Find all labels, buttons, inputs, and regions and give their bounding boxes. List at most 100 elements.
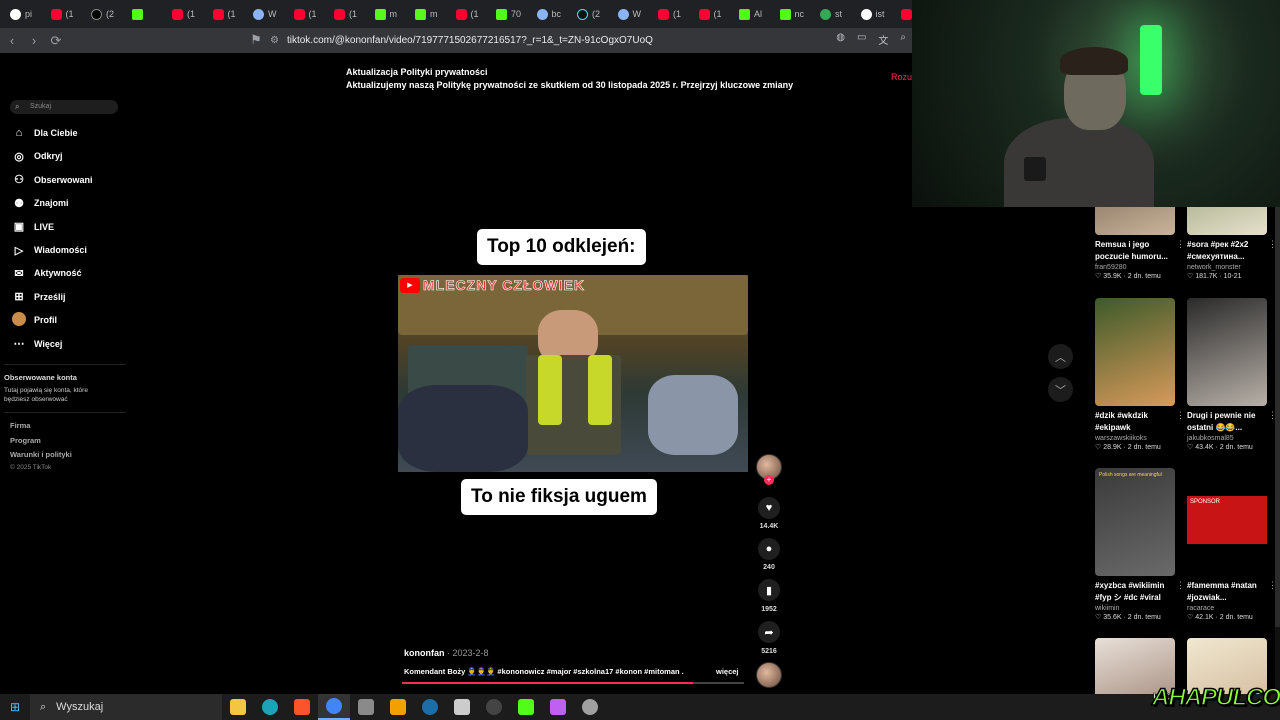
browser-tab[interactable]: W: [243, 0, 284, 28]
heart-icon[interactable]: ♥: [758, 497, 780, 519]
browser-tab[interactable]: (1: [446, 0, 487, 28]
privacy-body[interactable]: Aktualizujemy naszą Politykę prywatności…: [346, 79, 793, 92]
browser-tab[interactable]: (1: [648, 0, 689, 28]
taskbar-app[interactable]: [350, 694, 382, 720]
site-info-icon[interactable]: ⚙: [270, 35, 279, 46]
video-thumbnail[interactable]: [1187, 207, 1267, 235]
card-username[interactable]: warszawskiikoks: [1095, 435, 1177, 442]
more-options-icon[interactable]: ⋮: [1176, 580, 1185, 591]
taskbar-app[interactable]: [510, 694, 542, 720]
reload-icon[interactable]: ⟳: [46, 31, 66, 51]
video-thumbnail[interactable]: [1187, 298, 1267, 406]
sidebar-item-prześlij[interactable]: ⊞ Prześlij: [12, 287, 122, 307]
url-field[interactable]: ⚙ tiktok.com/@kononfan/video/71977715026…: [270, 31, 830, 50]
back-icon[interactable]: ‹: [2, 31, 22, 51]
browser-tab[interactable]: (2: [567, 0, 608, 28]
video-author[interactable]: kononfan · 2023-2-8: [404, 648, 489, 658]
card-title[interactable]: #xyzbca #wikiimin #fyp シ #dc #viral: [1095, 580, 1177, 604]
taskbar-app[interactable]: [414, 694, 446, 720]
footer-link-terms[interactable]: Warunki i polityki: [10, 450, 72, 459]
taskbar-app[interactable]: [478, 694, 510, 720]
sidebar-item-wiadomości[interactable]: ▷ Wiadomości: [12, 240, 122, 260]
scrollbar-thumb[interactable]: [1275, 207, 1280, 627]
browser-tab[interactable]: (2: [81, 0, 122, 28]
cast-icon[interactable]: ▭: [857, 32, 866, 47]
zoom-icon[interactable]: ⌕: [900, 32, 906, 47]
video-player[interactable]: Top 10 odklejeń: ▶ MLECZNY CZŁOWIEK To n…: [398, 210, 748, 540]
footer-link-program[interactable]: Program: [10, 436, 41, 445]
browser-tab[interactable]: ist: [851, 0, 892, 28]
taskbar-search[interactable]: ⌕ Wyszukaj: [30, 694, 222, 720]
browser-tab[interactable]: Al: [729, 0, 770, 28]
recommended-video-card[interactable]: SPONSOR #famemma #natan #jozwiak... racara…: [1187, 468, 1277, 621]
browser-tab[interactable]: (1: [41, 0, 82, 28]
video-progress-bar[interactable]: [402, 682, 744, 684]
next-video-button[interactable]: ﹀: [1048, 377, 1073, 402]
taskbar-app[interactable]: [254, 694, 286, 720]
forward-icon[interactable]: ›: [24, 31, 44, 51]
more-options-icon[interactable]: ⋮: [1176, 410, 1185, 421]
browser-tab[interactable]: st: [810, 0, 851, 28]
video-thumbnail[interactable]: [1095, 207, 1175, 235]
music-disc-avatar[interactable]: [756, 662, 782, 688]
card-username[interactable]: wikiimin: [1095, 605, 1177, 612]
follow-plus-icon[interactable]: +: [764, 475, 774, 485]
windows-start-icon[interactable]: ⊞: [0, 700, 30, 714]
sidebar-item-odkryj[interactable]: ◎ Odkryj: [12, 146, 122, 166]
browser-tab[interactable]: (1: [162, 0, 203, 28]
more-link[interactable]: więcej: [716, 667, 739, 676]
video-thumbnail[interactable]: SPONSOR: [1187, 468, 1267, 576]
browser-tab[interactable]: m: [365, 0, 406, 28]
taskbar-app[interactable]: [382, 694, 414, 720]
tracking-icon[interactable]: ◍: [836, 32, 845, 47]
recommended-scrollbar[interactable]: [1275, 207, 1280, 694]
recommended-video-card[interactable]: Polish songs are meaningful #xyzbca #wiki…: [1095, 468, 1185, 621]
browser-tab[interactable]: pi: [0, 0, 41, 28]
card-title[interactable]: Remsua i jego poczucie humoru...: [1095, 239, 1177, 263]
sidebar-item-znajomi[interactable]: ⚉ Znajomi: [12, 193, 122, 213]
more-options-icon[interactable]: ⋮: [1176, 239, 1185, 250]
browser-tab[interactable]: (1: [284, 0, 325, 28]
taskbar-app[interactable]: [286, 694, 318, 720]
comment-icon[interactable]: ●: [758, 538, 780, 560]
recommended-video-card[interactable]: #sora #рек #2x2 #смехуятина... network_mo…: [1187, 207, 1277, 280]
browser-tab[interactable]: nc: [770, 0, 811, 28]
sidebar-item-aktywność[interactable]: ✉ Aktywność: [12, 263, 122, 283]
video-frame[interactable]: ▶ MLECZNY CZŁOWIEK: [398, 275, 748, 472]
card-username[interactable]: racarace: [1187, 605, 1269, 612]
card-title[interactable]: #famemma #natan #jozwiak...: [1187, 580, 1269, 604]
author-name[interactable]: kononfan: [404, 648, 445, 658]
bookmark-save-icon[interactable]: ▮: [758, 579, 780, 601]
recommended-video-card[interactable]: #dzik #wkdzik #ekipawk warszawskiikoks ♡ 2…: [1095, 298, 1185, 451]
taskbar-app[interactable]: [574, 694, 606, 720]
sidebar-item-profil[interactable]: Profil: [12, 310, 122, 330]
card-title[interactable]: #dzik #wkdzik #ekipawk: [1095, 410, 1177, 434]
browser-tab[interactable]: [122, 0, 163, 28]
taskbar-app[interactable]: [542, 694, 574, 720]
card-username[interactable]: network_monster: [1187, 264, 1269, 271]
card-title[interactable]: #sora #рек #2x2 #смехуятина...: [1187, 239, 1269, 263]
translate-icon[interactable]: 文: [878, 32, 888, 47]
recommended-video-card[interactable]: Remsua i jego poczucie humoru... fran5928…: [1095, 207, 1185, 280]
sidebar-item-obserwowani[interactable]: ⚇ Obserwowani: [12, 170, 122, 190]
browser-tab[interactable]: (1: [324, 0, 365, 28]
search-input[interactable]: ⌕ Szukaj: [10, 100, 118, 114]
browser-tab[interactable]: (1: [203, 0, 244, 28]
taskbar-app[interactable]: [446, 694, 478, 720]
video-thumbnail[interactable]: Polish songs are meaningful: [1095, 468, 1175, 576]
card-username[interactable]: jakubkosmal85: [1187, 435, 1269, 442]
sidebar-item-więcej[interactable]: ⋯ Więcej: [12, 334, 122, 354]
bookmark-icon[interactable]: ⚑: [246, 30, 266, 50]
browser-tab[interactable]: 70: [486, 0, 527, 28]
browser-tab[interactable]: W: [608, 0, 649, 28]
video-thumbnail[interactable]: [1095, 298, 1175, 406]
card-username[interactable]: fran59280: [1095, 264, 1177, 271]
taskbar-app[interactable]: [318, 694, 350, 720]
taskbar-app[interactable]: [222, 694, 254, 720]
footer-link-company[interactable]: Firma: [10, 421, 30, 430]
sidebar-item-live[interactable]: ▣ LIVE: [12, 217, 122, 237]
sidebar-item-dla-ciebie[interactable]: ⌂ Dla Ciebie: [12, 123, 122, 143]
previous-video-button[interactable]: ︿: [1048, 344, 1073, 369]
browser-tab[interactable]: m: [405, 0, 446, 28]
browser-tab[interactable]: (1: [689, 0, 730, 28]
